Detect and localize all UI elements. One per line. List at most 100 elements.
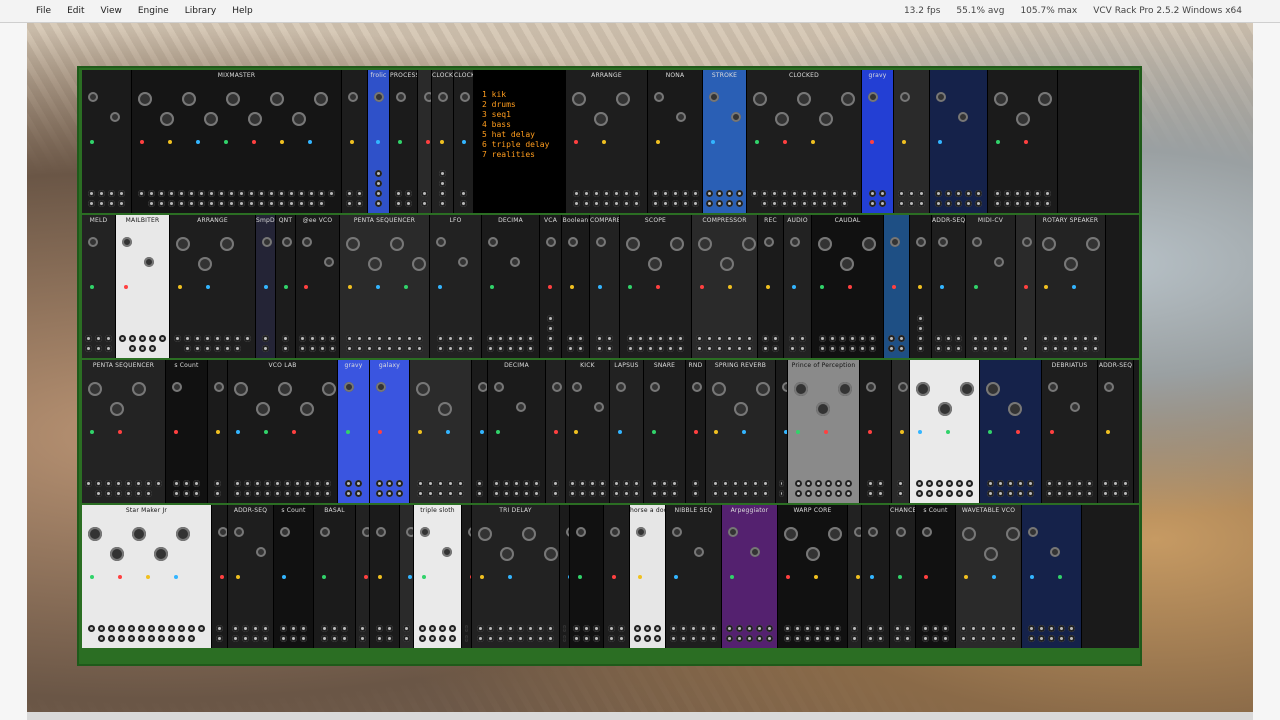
knob[interactable] bbox=[775, 112, 789, 126]
patch-jack[interactable] bbox=[980, 625, 987, 632]
knob[interactable] bbox=[220, 237, 234, 251]
patch-jack[interactable] bbox=[158, 200, 165, 207]
patch-jack[interactable] bbox=[375, 180, 382, 187]
patch-jack[interactable] bbox=[762, 335, 769, 342]
patch-jack[interactable] bbox=[319, 335, 326, 342]
module[interactable]: DECIMA bbox=[488, 360, 546, 503]
patch-jack[interactable] bbox=[1058, 635, 1065, 642]
patch-jack[interactable] bbox=[493, 480, 500, 487]
knob[interactable] bbox=[654, 92, 664, 102]
module[interactable]: LAPSUS bbox=[610, 360, 644, 503]
patch-jack[interactable] bbox=[772, 335, 779, 342]
patch-jack[interactable] bbox=[651, 480, 658, 487]
patch-jack[interactable] bbox=[835, 490, 842, 497]
patch-jack[interactable] bbox=[174, 335, 181, 342]
patch-jack[interactable] bbox=[346, 190, 353, 197]
patch-jack[interactable] bbox=[613, 190, 620, 197]
patch-jack[interactable] bbox=[1038, 635, 1045, 642]
patch-jack[interactable] bbox=[997, 480, 1004, 487]
patch-jack[interactable] bbox=[563, 625, 566, 632]
module[interactable] bbox=[930, 70, 988, 213]
patch-jack[interactable] bbox=[242, 635, 249, 642]
knob[interactable] bbox=[720, 257, 734, 271]
patch-jack[interactable] bbox=[780, 190, 788, 197]
knob[interactable] bbox=[922, 527, 932, 537]
module[interactable] bbox=[894, 70, 930, 213]
patch-jack[interactable] bbox=[115, 490, 122, 497]
patch-jack[interactable] bbox=[252, 635, 259, 642]
patch-jack[interactable] bbox=[395, 190, 402, 197]
patch-jack[interactable] bbox=[465, 625, 468, 632]
patch-jack[interactable] bbox=[623, 200, 630, 207]
knob[interactable] bbox=[88, 382, 102, 396]
module[interactable]: AUDIO bbox=[784, 215, 812, 358]
knob[interactable] bbox=[110, 112, 120, 122]
patch-jack[interactable] bbox=[1112, 480, 1119, 487]
patch-jack[interactable] bbox=[766, 625, 773, 632]
patch-jack[interactable] bbox=[396, 345, 403, 352]
patch-jack[interactable] bbox=[627, 335, 634, 342]
patch-jack[interactable] bbox=[314, 490, 321, 497]
knob[interactable] bbox=[648, 257, 662, 271]
patch-jack[interactable] bbox=[917, 325, 924, 332]
knob[interactable] bbox=[132, 382, 146, 396]
knob[interactable] bbox=[478, 527, 492, 541]
patch-jack[interactable] bbox=[406, 335, 413, 342]
patch-jack[interactable] bbox=[573, 190, 580, 197]
patch-jack[interactable] bbox=[980, 635, 987, 642]
knob[interactable] bbox=[596, 237, 606, 247]
patch-jack[interactable] bbox=[507, 345, 514, 352]
patch-jack[interactable] bbox=[955, 335, 962, 342]
patch-jack[interactable] bbox=[208, 190, 215, 197]
patch-jack[interactable] bbox=[671, 490, 678, 497]
patch-jack[interactable] bbox=[916, 480, 923, 487]
patch-jack[interactable] bbox=[716, 335, 723, 342]
knob[interactable] bbox=[819, 112, 833, 126]
patch-jack[interactable] bbox=[1028, 625, 1035, 632]
patch-jack[interactable] bbox=[204, 345, 211, 352]
patch-jack[interactable] bbox=[815, 480, 822, 487]
patch-jack[interactable] bbox=[128, 635, 135, 642]
patch-jack[interactable] bbox=[1004, 200, 1011, 207]
patch-jack[interactable] bbox=[262, 345, 269, 352]
knob[interactable] bbox=[1028, 527, 1038, 537]
knob[interactable] bbox=[616, 382, 626, 392]
module[interactable]: MELD bbox=[82, 215, 116, 358]
patch-jack[interactable] bbox=[691, 190, 699, 197]
knob[interactable] bbox=[176, 237, 190, 251]
module[interactable] bbox=[472, 360, 488, 503]
patch-jack[interactable] bbox=[507, 635, 514, 642]
module[interactable]: Star Maker Jr bbox=[82, 505, 212, 648]
knob[interactable] bbox=[1048, 382, 1058, 392]
patch-jack[interactable] bbox=[589, 480, 596, 487]
module[interactable]: 1 kik 2 drums 3 seq1 4 bass 5 hat delay 6 tri… bbox=[474, 70, 566, 213]
patch-jack[interactable] bbox=[917, 345, 924, 352]
patch-jack[interactable] bbox=[867, 480, 874, 487]
patch-jack[interactable] bbox=[945, 200, 952, 207]
patch-jack[interactable] bbox=[736, 635, 743, 642]
patch-jack[interactable] bbox=[487, 335, 494, 342]
patch-jack[interactable] bbox=[95, 335, 102, 342]
knob[interactable] bbox=[226, 92, 240, 106]
knob[interactable] bbox=[204, 112, 218, 126]
patch-jack[interactable] bbox=[188, 635, 195, 642]
module[interactable]: MIDI-CV bbox=[966, 215, 1016, 358]
module[interactable]: galaxy bbox=[370, 360, 410, 503]
patch-jack[interactable] bbox=[647, 335, 654, 342]
patch-jack[interactable] bbox=[784, 635, 791, 642]
patch-jack[interactable] bbox=[935, 190, 942, 197]
module[interactable] bbox=[212, 505, 228, 648]
patch-jack[interactable] bbox=[850, 190, 858, 197]
knob[interactable] bbox=[278, 382, 292, 396]
patch-jack[interactable] bbox=[867, 490, 874, 497]
patch-jack[interactable] bbox=[513, 480, 520, 487]
patch-jack[interactable] bbox=[569, 490, 576, 497]
patch-jack[interactable] bbox=[1000, 625, 1007, 632]
patch-jack[interactable] bbox=[606, 345, 613, 352]
knob[interactable] bbox=[460, 92, 470, 102]
patch-jack[interactable] bbox=[966, 480, 973, 487]
patch-jack[interactable] bbox=[830, 200, 838, 207]
patch-jack[interactable] bbox=[403, 625, 410, 632]
patch-jack[interactable] bbox=[917, 335, 924, 342]
patch-jack[interactable] bbox=[1056, 480, 1063, 487]
